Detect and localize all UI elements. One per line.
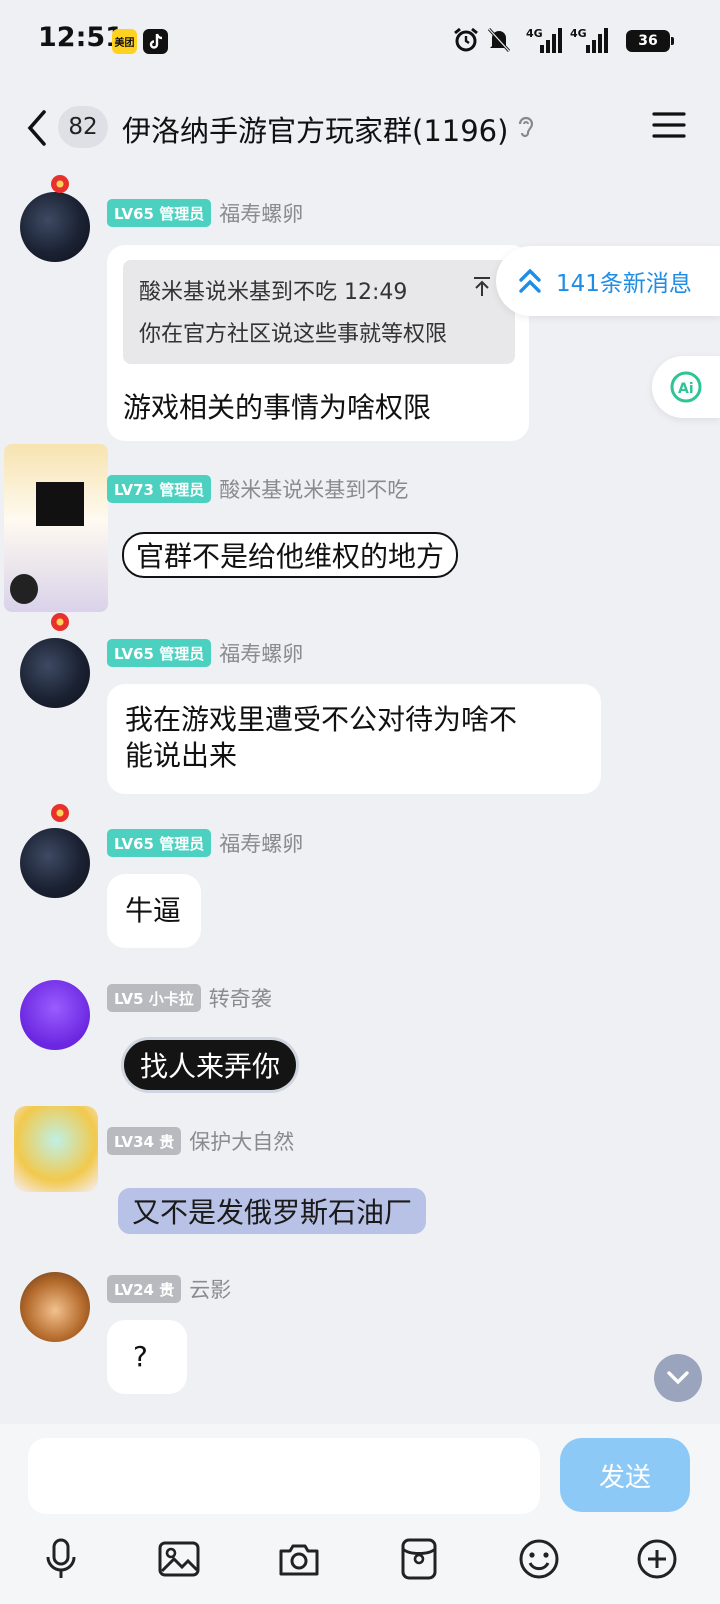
message-text-line: 我在游戏里遭受不公对待为啥不 xyxy=(125,703,518,736)
level-badge: LV24 贵 xyxy=(107,1275,182,1303)
sender-name[interactable]: 福寿螺卵 xyxy=(219,828,303,858)
chevron-down-icon xyxy=(667,1371,689,1385)
unread-count-badge[interactable]: 82 xyxy=(58,106,108,148)
jump-to-quote-icon[interactable] xyxy=(471,276,493,304)
avatar[interactable] xyxy=(20,980,90,1050)
svg-text:Ai: Ai xyxy=(678,381,694,397)
message-bubble[interactable]: 牛逼 xyxy=(107,874,201,948)
svg-text:4G: 4G xyxy=(526,27,543,40)
level-badge: LV65 管理员 xyxy=(107,199,212,227)
ai-icon: Ai xyxy=(670,371,702,403)
group-title[interactable]: 伊洛纳手游官方玩家群(1196) xyxy=(122,108,508,150)
avatar[interactable] xyxy=(20,638,90,708)
avatar[interactable] xyxy=(20,192,90,262)
flower-decoration-icon xyxy=(51,175,69,193)
message-meta: LV34 贵 保护大自然 xyxy=(107,1126,294,1156)
message-meta: LV24 贵 云影 xyxy=(107,1274,231,1304)
quote-text: 你在官方社区说这些事就等权限 xyxy=(139,322,448,347)
message-meta: LV65 管理员 福寿螺卵 xyxy=(107,828,303,858)
flower-decoration-icon xyxy=(51,613,69,631)
meituan-icon: 美团 xyxy=(112,29,137,54)
signal-4g-icon: 4G xyxy=(568,24,610,56)
avatar-redacted-block xyxy=(36,482,84,526)
red-packet-icon[interactable] xyxy=(394,1534,444,1584)
signal-4g-icon: 4G xyxy=(520,24,562,56)
back-button[interactable] xyxy=(22,106,52,150)
avatar[interactable] xyxy=(20,828,90,898)
message-meta: LV65 管理员 福寿螺卵 xyxy=(107,638,303,668)
emoji-icon[interactable] xyxy=(514,1534,564,1584)
input-bar: 发送 xyxy=(0,1424,720,1604)
microphone-icon[interactable] xyxy=(36,1534,86,1584)
quote-header: 酸米基说米基到不吃 12:49 xyxy=(139,280,408,305)
double-chevron-up-icon xyxy=(519,268,541,293)
message-bubble[interactable]: 又不是发俄罗斯石油厂 xyxy=(118,1188,427,1234)
sender-name[interactable]: 福寿螺卵 xyxy=(219,198,303,228)
chat-header: 82 伊洛纳手游官方玩家群(1196) xyxy=(0,90,720,166)
mute-bell-icon xyxy=(486,24,512,56)
new-messages-button[interactable]: 141条新消息 xyxy=(496,246,720,316)
message-text: 游戏相关的事情为啥权限 xyxy=(123,391,432,424)
message-bubble[interactable]: 官群不是给他维权的地方 xyxy=(122,532,459,578)
image-icon[interactable] xyxy=(154,1534,204,1584)
level-badge: LV65 管理员 xyxy=(107,829,212,857)
scroll-to-bottom-button[interactable] xyxy=(654,1354,702,1402)
hamburger-icon xyxy=(652,112,686,138)
message-input[interactable] xyxy=(28,1438,540,1514)
alarm-icon xyxy=(452,24,480,56)
level-badge: LV73 管理员 xyxy=(107,475,212,503)
new-messages-label: 141条新消息 xyxy=(556,271,692,297)
ear-icon[interactable] xyxy=(516,114,536,146)
sender-name[interactable]: 云影 xyxy=(189,1274,231,1304)
message-bubble[interactable]: 找人来弄你 xyxy=(124,1040,297,1090)
send-button[interactable]: 发送 xyxy=(560,1438,690,1512)
message-meta: LV5 小卡拉 转奇袭 xyxy=(107,983,272,1013)
message-text-line: 能说出来 xyxy=(125,739,238,772)
level-badge: LV5 小卡拉 xyxy=(107,984,201,1012)
message-bubble[interactable]: ? xyxy=(107,1320,187,1394)
cat-icon xyxy=(10,574,38,604)
battery-indicator: 36 xyxy=(626,30,674,52)
sender-name[interactable]: 转奇袭 xyxy=(209,983,272,1013)
camera-icon[interactable] xyxy=(274,1534,324,1584)
svg-text:4G: 4G xyxy=(570,27,587,40)
quoted-message[interactable]: 酸米基说米基到不吃 12:49 你在官方社区说这些事就等权限 xyxy=(123,260,515,364)
sender-name[interactable]: 酸米基说米基到不吃 xyxy=(219,474,408,504)
chevron-left-icon xyxy=(27,110,46,146)
sender-name[interactable]: 保护大自然 xyxy=(189,1126,294,1156)
tiktok-icon xyxy=(143,29,168,54)
avatar[interactable] xyxy=(4,444,108,612)
ai-assistant-button[interactable]: Ai xyxy=(652,356,720,418)
avatar[interactable] xyxy=(14,1106,98,1192)
level-badge: LV34 贵 xyxy=(107,1127,182,1155)
level-badge: LV65 管理员 xyxy=(107,639,212,667)
message-bubble[interactable]: 我在游戏里遭受不公对待为啥不 能说出来 xyxy=(107,684,601,794)
plus-icon[interactable] xyxy=(632,1534,682,1584)
flower-decoration-icon xyxy=(51,804,69,822)
avatar[interactable] xyxy=(20,1272,90,1342)
menu-button[interactable] xyxy=(652,110,686,140)
message-meta: LV73 管理员 酸米基说米基到不吃 xyxy=(107,474,408,504)
sender-name[interactable]: 福寿螺卵 xyxy=(219,638,303,668)
status-bar: 12:51 美团 4G 4G 36 xyxy=(0,0,720,84)
message-meta: LV65 管理员 福寿螺卵 xyxy=(107,198,303,228)
